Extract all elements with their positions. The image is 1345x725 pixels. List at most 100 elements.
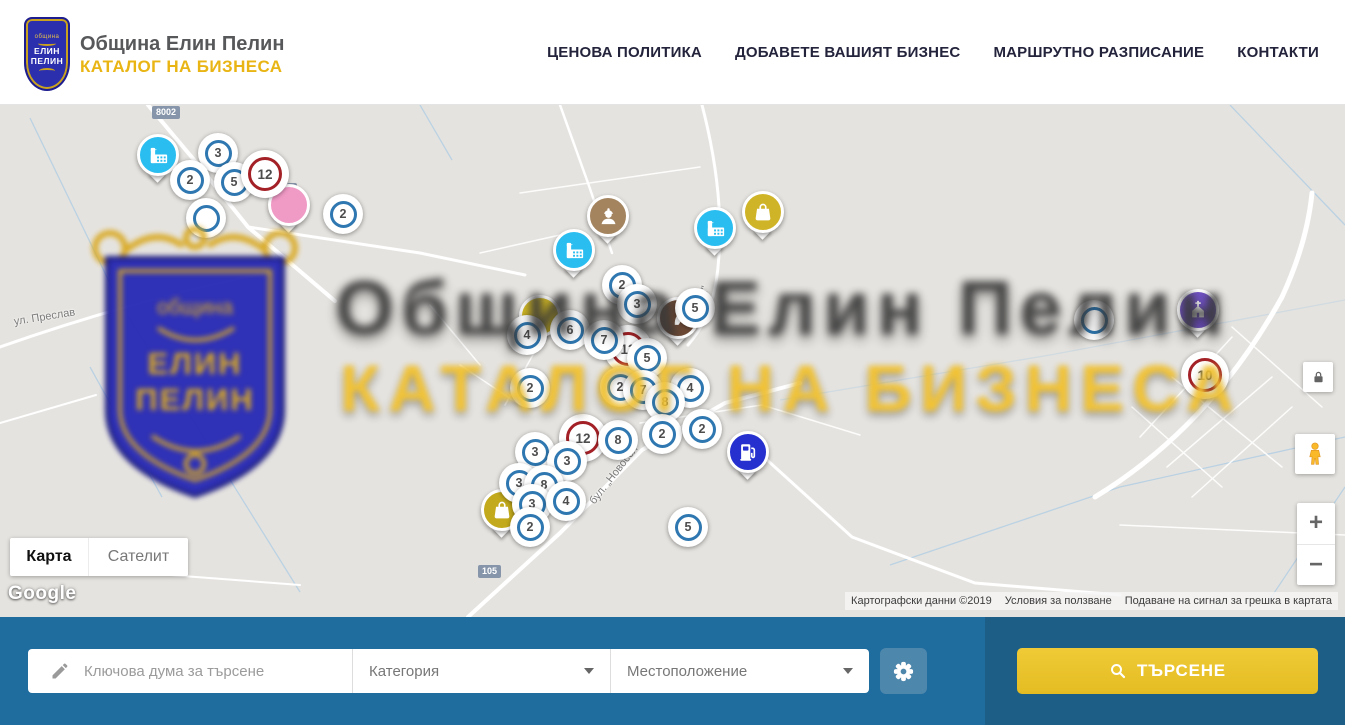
nav-item-add-business[interactable]: ДОБАВЕТЕ ВАШИЯТ БИЗНЕС: [735, 44, 960, 61]
search-icon: [1109, 662, 1127, 680]
cluster-count: 5: [634, 345, 661, 372]
logo-subtitle: КАТАЛОГ НА БИЗНЕСА: [80, 56, 284, 77]
padlock-icon: [1311, 370, 1326, 385]
pin-head: [727, 431, 769, 473]
logo-text: Община Елин Пелин КАТАЛОГ НА БИЗНЕСА: [80, 32, 284, 77]
cluster-count: [1081, 307, 1108, 334]
cluster-marker[interactable]: [186, 198, 226, 238]
attribution-link[interactable]: Подаване на сигнал за грешка в картата: [1125, 595, 1332, 607]
cluster-count: 3: [624, 291, 651, 318]
cluster-marker[interactable]: 5: [668, 507, 708, 547]
crest-ornament-bottom: [39, 68, 55, 74]
search-button-label: ТЪРСЕНЕ: [1137, 661, 1226, 681]
fuel-icon: [737, 441, 759, 463]
search-bar: Категория Местоположение: [0, 617, 1345, 725]
map-canvas[interactable]: ул. Преславбул. „Новоселци" 8002105 3251…: [0, 105, 1345, 617]
category-value: Категория: [369, 663, 439, 680]
cluster-marker[interactable]: 10: [1181, 351, 1229, 399]
site-logo[interactable]: община ЕЛИН ПЕЛИН Община Елин Пелин КАТА…: [24, 17, 284, 91]
logo-title: Община Елин Пелин: [80, 32, 284, 56]
cluster-count: [193, 205, 220, 232]
cluster-marker[interactable]: 2: [682, 409, 722, 449]
pin-head: [742, 191, 784, 233]
cluster-marker[interactable]: 7: [584, 320, 624, 360]
category-select[interactable]: Категория: [353, 649, 611, 693]
cluster-marker[interactable]: 5: [675, 288, 715, 328]
category-pin-factory[interactable]: [693, 207, 737, 265]
zoom-in-button[interactable]: +: [1297, 503, 1335, 545]
cluster-count: 8: [605, 427, 632, 454]
cluster-count: 12: [248, 157, 282, 191]
nav-item-route-schedule[interactable]: МАРШРУТНО РАЗПИСАНИЕ: [993, 44, 1204, 61]
google-logo[interactable]: Google: [8, 583, 76, 605]
cluster-count: 4: [553, 488, 580, 515]
cluster-marker[interactable]: 3: [617, 284, 657, 324]
header: община ЕЛИН ПЕЛИН Община Елин Пелин КАТА…: [0, 0, 1345, 105]
crest-line2: ПЕЛИН: [31, 56, 64, 66]
keyword-section: [28, 649, 353, 693]
pin-head: [553, 229, 595, 271]
cluster-count: 2: [330, 201, 357, 228]
cluster-count: 10: [1188, 358, 1222, 392]
pegman-button[interactable]: [1295, 434, 1335, 474]
bag-icon: [491, 499, 513, 521]
cluster-count: 5: [675, 514, 702, 541]
cluster-count: 6: [557, 317, 584, 344]
cluster-count: 4: [514, 322, 541, 349]
pin-head: [694, 207, 736, 249]
chevron-down-icon: [584, 668, 594, 674]
factory-icon: [147, 144, 170, 167]
pencil-icon: [50, 661, 70, 681]
zoom-out-button[interactable]: −: [1297, 545, 1335, 586]
map-type-button[interactable]: Карта: [10, 538, 88, 576]
cluster-marker[interactable]: 4: [546, 481, 586, 521]
cluster-count: 2: [517, 514, 544, 541]
cluster-marker[interactable]: 4: [507, 315, 547, 355]
cluster-marker[interactable]: 2: [510, 368, 550, 408]
worker-icon: [597, 205, 620, 228]
zoom-control: + −: [1297, 503, 1335, 585]
category-pin-bag[interactable]: [741, 191, 785, 249]
category-pin-factory[interactable]: [552, 229, 596, 287]
cluster-count: 3: [522, 439, 549, 466]
nav-item-pricing[interactable]: ЦЕНОВА ПОЛИТИКА: [547, 44, 702, 61]
cluster-count: 2: [649, 421, 676, 448]
cluster-count: 5: [682, 295, 709, 322]
chevron-down-icon: [843, 668, 853, 674]
cluster-marker[interactable]: 12: [241, 150, 289, 198]
cluster-marker[interactable]: 2: [323, 194, 363, 234]
satellite-type-button[interactable]: Сателит: [88, 538, 188, 576]
cluster-count: 2: [689, 416, 716, 443]
bag-icon: [752, 201, 774, 223]
pin-head: [1177, 289, 1219, 331]
cluster-count: 2: [517, 375, 544, 402]
crest-line1: ЕЛИН: [34, 46, 60, 56]
factory-icon: [563, 239, 586, 262]
cluster-marker[interactable]: 2: [510, 507, 550, 547]
location-select[interactable]: Местоположение: [611, 649, 869, 693]
map-attribution: Картографски данни ©2019 Условия за ползв…: [845, 592, 1338, 610]
marker-layer: 32512223564137522748128223338342510: [0, 105, 1345, 617]
advanced-options-button[interactable]: [880, 648, 927, 694]
category-pin-fuel[interactable]: [726, 431, 770, 489]
nav-item-contacts[interactable]: КОНТАКТИ: [1237, 44, 1319, 61]
keyword-input[interactable]: [84, 663, 324, 680]
crest-top-text: община: [35, 34, 60, 41]
cluster-marker[interactable]: [1074, 300, 1114, 340]
cluster-count: 8: [652, 389, 679, 416]
cluster-count: 2: [177, 167, 204, 194]
cluster-marker[interactable]: 2: [170, 160, 210, 200]
cluster-marker[interactable]: 2: [642, 414, 682, 454]
map-type-control: Карта Сателит: [10, 538, 188, 576]
gear-icon: [892, 660, 915, 683]
attribution-text: Картографски данни ©2019: [851, 595, 992, 607]
cluster-count: 7: [591, 327, 618, 354]
search-input-group: Категория Местоположение: [28, 649, 869, 693]
search-button[interactable]: ТЪРСЕНЕ: [1017, 648, 1318, 694]
church-icon: [1187, 299, 1209, 321]
attribution-link[interactable]: Условия за ползване: [1005, 595, 1112, 607]
category-pin-church[interactable]: [1176, 289, 1220, 347]
cluster-marker[interactable]: 8: [598, 420, 638, 460]
main-nav: ЦЕНОВА ПОЛИТИКА ДОБАВЕТЕ ВАШИЯТ БИЗНЕС МАР…: [547, 0, 1319, 105]
lock-button[interactable]: [1303, 362, 1333, 392]
